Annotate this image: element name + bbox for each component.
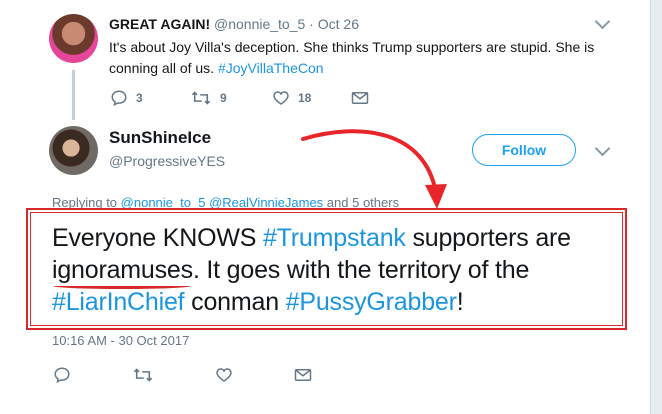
underlined-word-text: ignoramuses	[52, 256, 193, 284]
tweet-text-segment: !	[456, 288, 464, 316]
direct-message-button[interactable]	[351, 90, 369, 106]
underlined-word: ignoramuses	[52, 254, 193, 289]
hashtag-link[interactable]: #Trumpstank	[263, 224, 406, 252]
tweet1-text: It's about Joy Villa's deception. She th…	[109, 37, 619, 79]
avatar[interactable]	[49, 14, 98, 63]
reply-count: 3	[136, 91, 143, 105]
like-button[interactable]	[215, 366, 233, 384]
chevron-down-icon[interactable]	[594, 13, 611, 30]
hashtag-link[interactable]: #LiarInChief	[52, 288, 185, 316]
retweet-icon	[191, 91, 211, 105]
separator-dot: ·	[305, 16, 318, 32]
user-handle[interactable]: @ProgressiveYES	[109, 153, 225, 169]
retweet-icon	[133, 368, 153, 382]
like-count: 18	[298, 91, 312, 105]
window-edge	[651, 0, 662, 414]
like-button[interactable]: 18	[272, 89, 311, 107]
reply-button[interactable]	[53, 366, 71, 384]
direct-message-button[interactable]	[294, 367, 312, 383]
tweet-thread-panel: GREAT AGAIN! @nonnie_to_5 · Oct 26 It's …	[0, 0, 651, 414]
reply-icon	[54, 367, 70, 384]
hashtag-link[interactable]: #JoyVillaTheCon	[218, 60, 324, 76]
reply-button[interactable]: 3	[110, 89, 143, 107]
display-name[interactable]: GREAT AGAIN!	[109, 16, 210, 32]
thread-connector-line	[72, 70, 75, 120]
annotation-underline	[53, 283, 191, 289]
hashtag-link[interactable]: #PussyGrabber	[286, 288, 457, 316]
envelope-icon	[294, 369, 312, 381]
tweet-text-segment: conman	[184, 288, 286, 316]
reply-icon	[111, 90, 127, 107]
envelope-icon	[351, 92, 369, 104]
tweet-body: It's about Joy Villa's deception. She th…	[109, 39, 595, 76]
user-handle[interactable]: @nonnie_to_5	[214, 16, 305, 32]
retweet-button[interactable]: 9	[190, 89, 227, 107]
tweet-timestamp[interactable]: 10:16 AM - 30 Oct 2017	[52, 333, 189, 348]
retweet-count: 9	[220, 91, 227, 105]
heart-icon	[273, 91, 289, 105]
heart-icon	[216, 368, 232, 382]
tweet-text-segment: supporters are	[405, 224, 571, 252]
chevron-down-icon[interactable]	[594, 140, 611, 157]
tweet1-header: GREAT AGAIN! @nonnie_to_5 · Oct 26	[109, 16, 359, 32]
tweet-text-segment: . It goes with the territory of the	[192, 256, 530, 284]
tweet2-text: Everyone KNOWS #Trumpstank supporters ar…	[52, 222, 622, 318]
avatar[interactable]	[49, 126, 98, 175]
follow-button[interactable]: Follow	[472, 134, 576, 166]
retweet-button[interactable]	[132, 366, 154, 384]
tweet-text-segment: Everyone KNOWS	[52, 224, 263, 252]
tweet-date[interactable]: Oct 26	[318, 16, 359, 32]
display-name[interactable]: SunShineIce	[109, 128, 211, 148]
